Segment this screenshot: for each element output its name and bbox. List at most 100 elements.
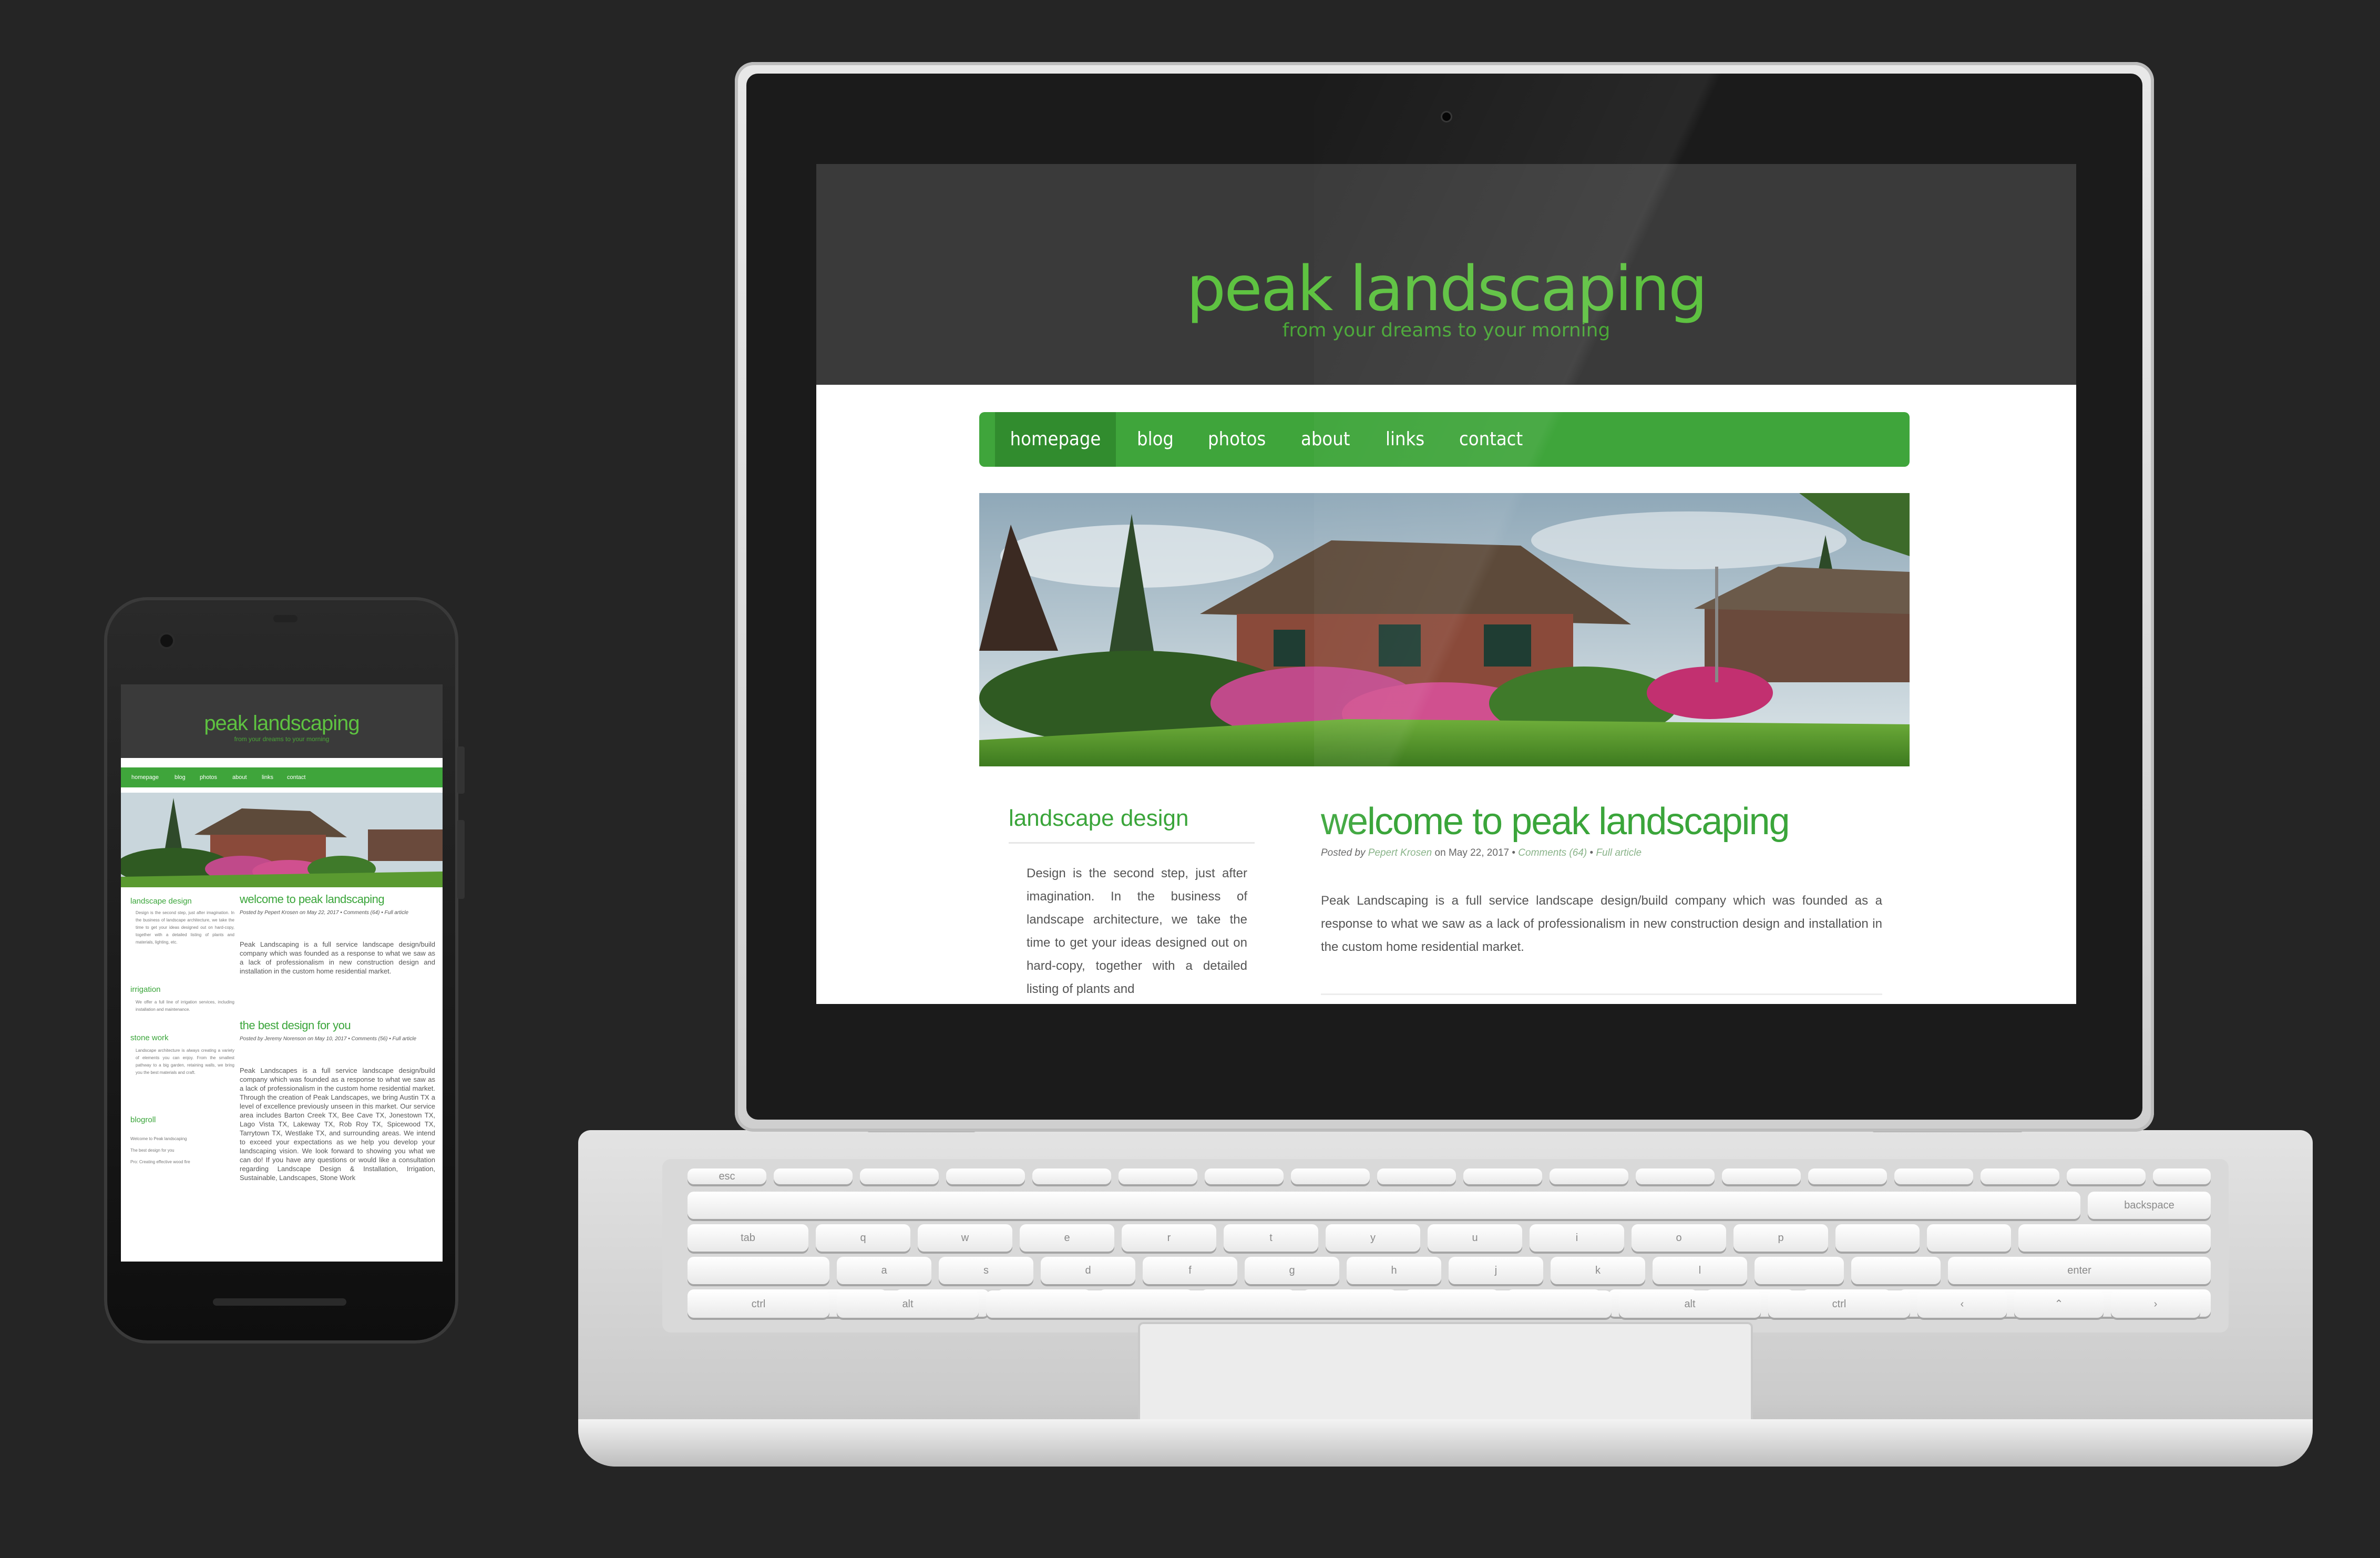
post-body: Peak Landscaping is a full service lands… xyxy=(1321,894,1882,954)
nav-links[interactable]: links xyxy=(1386,412,1424,467)
key-fn[interactable] xyxy=(1291,1168,1370,1184)
sidebar-title[interactable]: landscape design xyxy=(1009,805,1188,832)
nav-contact[interactable]: contact xyxy=(1459,412,1523,467)
key-bracket[interactable] xyxy=(1927,1224,2011,1252)
key-esc[interactable]: esc xyxy=(688,1168,766,1184)
key-enter[interactable]: enter xyxy=(1948,1257,2211,1284)
key-fn[interactable] xyxy=(1377,1168,1456,1184)
key-fn[interactable] xyxy=(1981,1168,2059,1184)
meta-author-link[interactable]: Pepert Krosen xyxy=(1368,847,1432,858)
sidebar-text: Design is the second step, just after im… xyxy=(1027,866,1247,996)
key-f[interactable]: f xyxy=(1143,1257,1237,1284)
phone-post-body: Peak Landscaping is a full service lands… xyxy=(240,940,435,975)
phone-sidebar-title-irrigation[interactable]: irrigation xyxy=(130,985,161,994)
key-q[interactable]: q xyxy=(816,1224,910,1252)
key-k[interactable]: k xyxy=(1551,1257,1645,1284)
post-title[interactable]: welcome to peak landscaping xyxy=(1321,800,1790,843)
key-fn[interactable] xyxy=(1205,1168,1284,1184)
phone-nav-homepage[interactable]: homepage xyxy=(131,767,159,787)
phone-volume-button xyxy=(457,820,465,899)
nav-homepage[interactable]: homepage xyxy=(995,412,1116,467)
phone-sidebar-title-blogroll[interactable]: blogroll xyxy=(130,1115,156,1124)
key-h[interactable]: h xyxy=(1347,1257,1441,1284)
key-fn[interactable] xyxy=(1894,1168,1973,1184)
key-g[interactable]: g xyxy=(1245,1257,1339,1284)
phone-blogroll-link[interactable]: Welcome to Peak landscaping xyxy=(130,1136,187,1141)
meta-full-article-link[interactable]: Full article xyxy=(1596,847,1642,858)
key-search[interactable] xyxy=(688,1257,829,1284)
phone-sidebar-text-landscape: Design is the second step, just after im… xyxy=(136,910,234,945)
phone-post-title[interactable]: the best design for you xyxy=(240,1019,351,1032)
phone-sidebar-title-stonework[interactable]: stone work xyxy=(130,1033,169,1042)
phone-nav-photos[interactable]: photos xyxy=(200,767,217,787)
key-r[interactable]: r xyxy=(1122,1224,1216,1252)
site-tagline: from your dreams to your morning xyxy=(1282,320,1610,341)
key-fn[interactable] xyxy=(1550,1168,1628,1184)
phone-hero-image xyxy=(121,793,443,887)
trackpad[interactable] xyxy=(1138,1322,1753,1432)
key-s[interactable]: s xyxy=(939,1257,1033,1284)
main-nav: homepage blog photos about links contact xyxy=(979,412,1910,467)
key-fn[interactable] xyxy=(1722,1168,1801,1184)
key-ctrl-right[interactable]: ctrl xyxy=(1768,1290,1910,1318)
phone-main-nav: homepage blog photos about links contact xyxy=(121,767,443,787)
key-fn[interactable] xyxy=(774,1168,853,1184)
key-arrow-right[interactable]: › xyxy=(2111,1290,2200,1318)
key-power[interactable] xyxy=(2153,1168,2211,1184)
phone-post-title[interactable]: welcome to peak landscaping xyxy=(240,893,385,906)
key-bracket[interactable] xyxy=(1835,1224,1920,1252)
phone-blogroll-link[interactable]: The best design for you xyxy=(130,1148,175,1153)
nav-blog[interactable]: blog xyxy=(1137,412,1174,467)
key-fn[interactable] xyxy=(860,1168,939,1184)
key-d[interactable]: d xyxy=(1041,1257,1135,1284)
phone-sidebar-title-landscape[interactable]: landscape design xyxy=(130,897,192,906)
site-title[interactable]: peak landscaping xyxy=(816,252,2076,325)
key-a[interactable]: a xyxy=(837,1257,931,1284)
key-p[interactable]: p xyxy=(1733,1224,1828,1252)
key-backspace[interactable]: backspace xyxy=(2088,1192,2211,1219)
key-w[interactable]: w xyxy=(918,1224,1012,1252)
phone-nav-contact[interactable]: contact xyxy=(287,767,305,787)
key-fn[interactable] xyxy=(946,1168,1025,1184)
key-tab[interactable]: tab xyxy=(688,1224,808,1252)
phone-blogroll-link[interactable]: Pro: Creating effective wood fire xyxy=(130,1160,190,1164)
laptop-base-front xyxy=(578,1419,2313,1467)
phone-post-meta: Posted by Pepert Krosen on May 22, 2017 … xyxy=(240,910,409,916)
post-divider xyxy=(1321,993,1882,995)
key-fn[interactable] xyxy=(1463,1168,1542,1184)
key-number-row[interactable] xyxy=(688,1192,2080,1219)
key-fn[interactable] xyxy=(1636,1168,1715,1184)
key-fn[interactable] xyxy=(1119,1168,1197,1184)
key-alt-left[interactable]: alt xyxy=(837,1290,979,1318)
phone-post-meta: Posted by Jeremy Norenson on May 10, 201… xyxy=(240,1036,417,1042)
phone-nav-blog[interactable]: blog xyxy=(175,767,186,787)
key-arrow-up-down[interactable]: ⌃ xyxy=(2014,1290,2104,1318)
key-i[interactable]: i xyxy=(1530,1224,1624,1252)
phone-nav-about[interactable]: about xyxy=(232,767,247,787)
key-fn[interactable] xyxy=(1032,1168,1111,1184)
key-arrow-left[interactable]: ‹ xyxy=(1917,1290,2007,1318)
key-u[interactable]: u xyxy=(1428,1224,1522,1252)
key-backslash[interactable] xyxy=(2018,1224,2211,1252)
key-space[interactable] xyxy=(986,1290,1612,1318)
key-fn[interactable] xyxy=(1808,1168,1887,1184)
key-e[interactable]: e xyxy=(1020,1224,1114,1252)
post-meta: Posted by Pepert Krosen on May 22, 2017 … xyxy=(1321,847,1642,858)
meta-comments-link[interactable]: Comments (64) xyxy=(1518,847,1587,858)
key-y[interactable]: y xyxy=(1326,1224,1420,1252)
key-l[interactable]: l xyxy=(1653,1257,1747,1284)
key-fn[interactable] xyxy=(2067,1168,2146,1184)
phone-site-tagline: from your dreams to your morning xyxy=(234,735,330,743)
meta-posted-by: Posted by xyxy=(1321,847,1366,858)
key-ctrl-left[interactable]: ctrl xyxy=(688,1290,829,1318)
key-alt-right[interactable]: alt xyxy=(1619,1290,1761,1318)
key-j[interactable]: j xyxy=(1449,1257,1543,1284)
phone-nav-links[interactable]: links xyxy=(262,767,273,787)
key-semicolon[interactable] xyxy=(1755,1257,1844,1284)
nav-photos[interactable]: photos xyxy=(1208,412,1266,467)
nav-about[interactable]: about xyxy=(1301,412,1350,467)
phone-site-title[interactable]: peak landscaping xyxy=(121,712,443,735)
key-t[interactable]: t xyxy=(1224,1224,1318,1252)
key-quote[interactable] xyxy=(1851,1257,1941,1284)
key-o[interactable]: o xyxy=(1632,1224,1726,1252)
